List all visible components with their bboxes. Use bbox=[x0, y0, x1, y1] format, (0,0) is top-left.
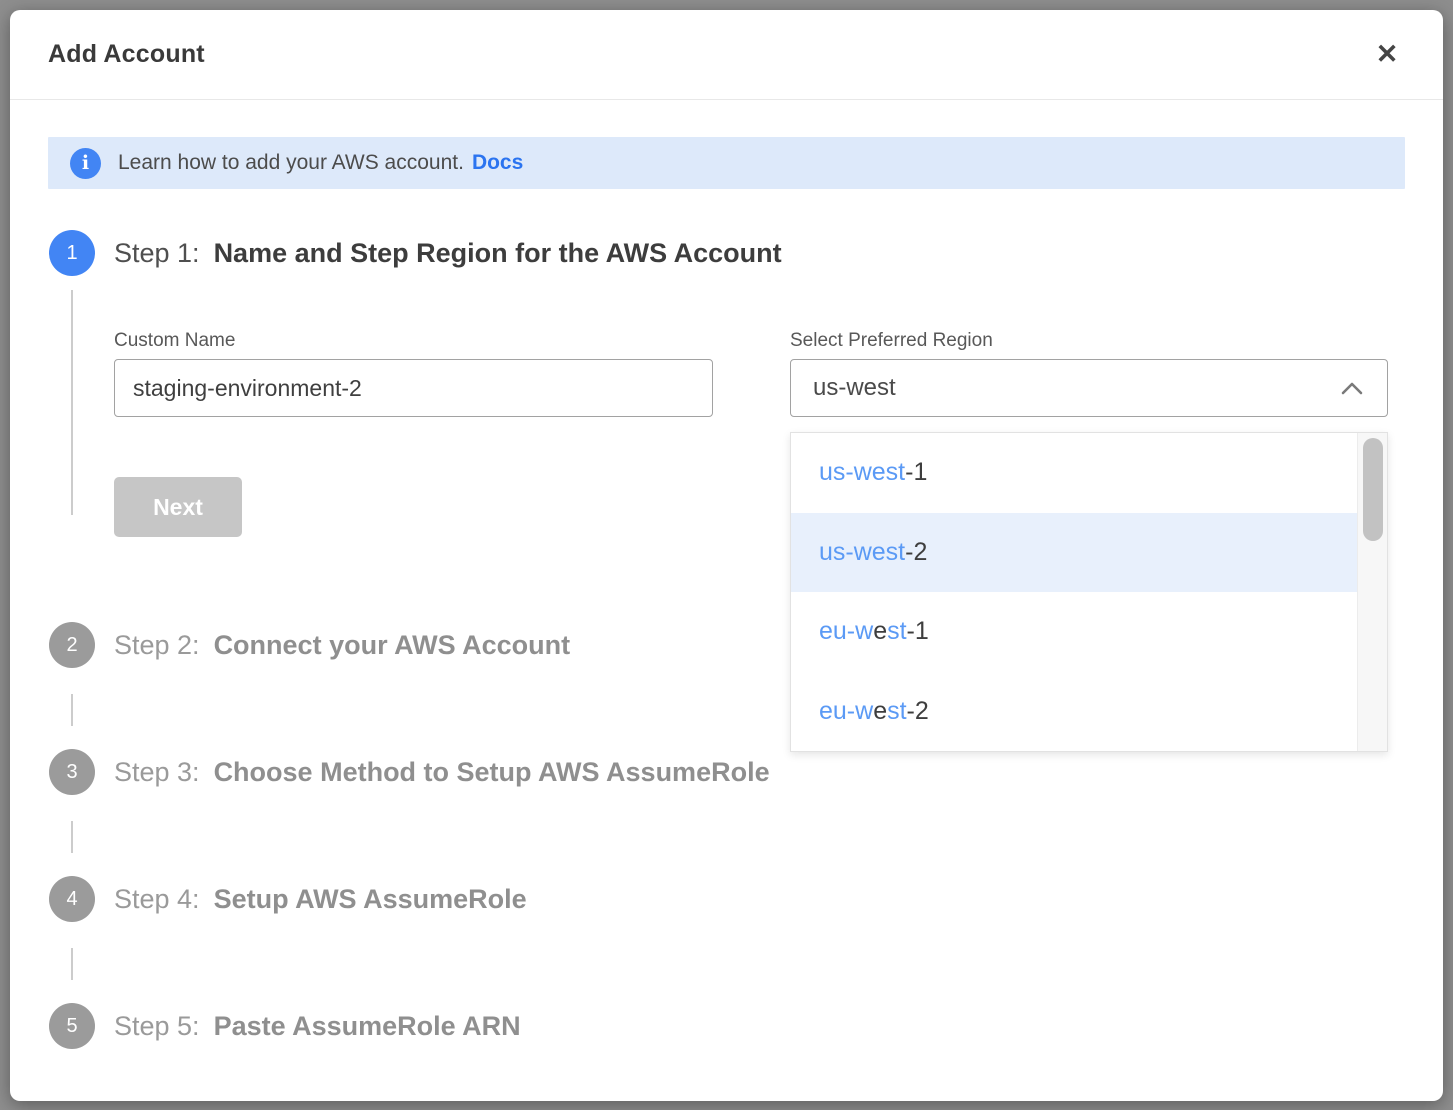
step-3-title: Choose Method to Setup AWS AssumeRole bbox=[214, 757, 770, 788]
step-4-number-badge: 4 bbox=[49, 876, 95, 922]
region-dropdown: us-west-1us-west-2eu-west-1eu-west-2 bbox=[790, 432, 1388, 752]
step-5-number-badge: 5 bbox=[49, 1003, 95, 1049]
region-option[interactable]: us-west-1 bbox=[791, 433, 1357, 513]
region-select[interactable]: us-west bbox=[790, 359, 1388, 417]
option-text: -2 bbox=[907, 697, 929, 726]
option-text: e bbox=[873, 617, 887, 646]
step-connector-line bbox=[71, 694, 73, 726]
info-icon: i bbox=[70, 148, 101, 179]
option-text-matched: us-west bbox=[819, 458, 905, 487]
step-4-prefix: Step 4: bbox=[114, 884, 200, 915]
step-5-title: Paste AssumeRole ARN bbox=[214, 1011, 521, 1042]
step-1-title: Name and Step Region for the AWS Account bbox=[214, 238, 782, 269]
custom-name-input[interactable] bbox=[114, 359, 713, 417]
custom-name-field-group: Custom Name Next bbox=[114, 329, 713, 537]
option-text-matched: eu-w bbox=[819, 697, 873, 726]
modal-body: i Learn how to add your AWS account. Doc… bbox=[10, 100, 1443, 1049]
region-option-list: us-west-1us-west-2eu-west-1eu-west-2 bbox=[791, 433, 1357, 751]
step-5-section: 5 Step 5: Paste AssumeRole ARN bbox=[48, 1003, 1405, 1049]
info-banner: i Learn how to add your AWS account. Doc… bbox=[48, 137, 1405, 189]
close-icon[interactable]: ✕ bbox=[1367, 35, 1407, 75]
step-connector-line bbox=[71, 948, 73, 980]
step-4-header: 4 Step 4: Setup AWS AssumeRole bbox=[48, 876, 1405, 922]
step-3-section: 3 Step 3: Choose Method to Setup AWS Ass… bbox=[48, 749, 1405, 876]
step-4-title: Setup AWS AssumeRole bbox=[214, 884, 527, 915]
step-2-prefix: Step 2: bbox=[114, 630, 200, 661]
chevron-up-icon bbox=[1341, 382, 1363, 395]
option-text: -2 bbox=[905, 538, 927, 567]
option-text-matched: st bbox=[887, 697, 906, 726]
region-select-value: us-west bbox=[813, 374, 1341, 402]
step-2-title: Connect your AWS Account bbox=[214, 630, 571, 661]
add-account-modal: Add Account ✕ i Learn how to add your AW… bbox=[10, 10, 1443, 1101]
option-text: e bbox=[873, 697, 887, 726]
step-5-prefix: Step 5: bbox=[114, 1011, 200, 1042]
region-option[interactable]: eu-west-1 bbox=[791, 592, 1357, 672]
dropdown-scrollbar-thumb[interactable] bbox=[1363, 438, 1383, 541]
option-text: -1 bbox=[907, 617, 929, 646]
step-2-number-badge: 2 bbox=[49, 622, 95, 668]
custom-name-label: Custom Name bbox=[114, 329, 713, 352]
region-label: Select Preferred Region bbox=[790, 329, 1388, 352]
step-3-number-badge: 3 bbox=[49, 749, 95, 795]
banner-text: Learn how to add your AWS account. bbox=[118, 151, 464, 175]
next-button[interactable]: Next bbox=[114, 477, 242, 537]
step-1-prefix: Step 1: bbox=[114, 238, 200, 269]
dropdown-scrollbar[interactable] bbox=[1357, 433, 1387, 751]
docs-link[interactable]: Docs bbox=[472, 151, 523, 175]
region-option[interactable]: eu-west-2 bbox=[791, 672, 1357, 752]
modal-title: Add Account bbox=[48, 40, 205, 69]
option-text: -1 bbox=[905, 458, 927, 487]
modal-header: Add Account ✕ bbox=[10, 10, 1443, 100]
step-1-form: Custom Name Next Select Preferred Region… bbox=[114, 329, 1405, 537]
option-text-matched: us-west bbox=[819, 538, 905, 567]
step-connector-line bbox=[71, 821, 73, 853]
step-1-number-badge: 1 bbox=[49, 230, 95, 276]
option-text-matched: st bbox=[887, 617, 906, 646]
step-4-section: 4 Step 4: Setup AWS AssumeRole bbox=[48, 876, 1405, 1003]
step-3-header: 3 Step 3: Choose Method to Setup AWS Ass… bbox=[48, 749, 1405, 795]
step-3-prefix: Step 3: bbox=[114, 757, 200, 788]
region-field-group: Select Preferred Region us-west us-west-… bbox=[790, 329, 1388, 537]
step-1-header: 1 Step 1: Name and Step Region for the A… bbox=[48, 230, 1405, 276]
step-5-header: 5 Step 5: Paste AssumeRole ARN bbox=[48, 1003, 1405, 1049]
option-text-matched: eu-w bbox=[819, 617, 873, 646]
step-1-section: 1 Step 1: Name and Step Region for the A… bbox=[48, 230, 1405, 622]
region-option[interactable]: us-west-2 bbox=[791, 513, 1357, 593]
steps-list: 1 Step 1: Name and Step Region for the A… bbox=[48, 230, 1405, 1049]
step-connector-line bbox=[71, 290, 73, 515]
